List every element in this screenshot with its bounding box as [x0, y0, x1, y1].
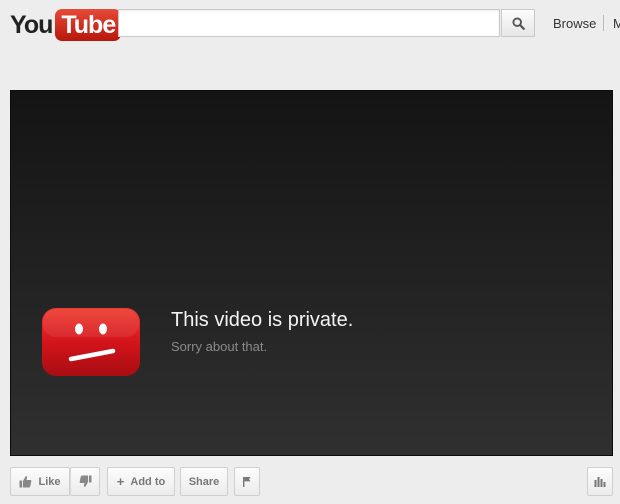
sad-face-icon [42, 308, 140, 376]
nav-divider [603, 15, 604, 31]
video-player: This video is private. Sorry about that. [10, 90, 613, 456]
youtube-logo[interactable]: You Tube [10, 9, 122, 41]
add-to-label: Add to [130, 475, 166, 488]
browse-link[interactable]: Browse [553, 16, 596, 31]
nav-link-clipped[interactable]: M [613, 16, 620, 31]
logo-you-text: You [10, 11, 53, 39]
plus-icon: + [116, 474, 125, 489]
logo-tube-text: Tube [55, 9, 122, 41]
flag-icon [243, 477, 251, 487]
private-message-title: This video is private. [171, 309, 354, 331]
bar-chart-icon [594, 477, 606, 487]
thumbs-up-icon [19, 476, 32, 488]
private-message-subtitle: Sorry about that. [171, 339, 268, 354]
search-button[interactable] [501, 9, 535, 37]
search-icon [511, 16, 525, 30]
share-label: Share [188, 475, 220, 488]
add-to-button[interactable]: + Add to [107, 467, 175, 496]
share-button[interactable]: Share [180, 467, 228, 496]
dislike-button[interactable] [70, 467, 100, 496]
search-input[interactable] [118, 9, 500, 37]
masthead: You Tube Browse M [0, 0, 620, 50]
flag-button[interactable] [234, 467, 260, 496]
like-label: Like [38, 475, 61, 488]
thumbs-down-icon [79, 475, 91, 487]
stats-button[interactable] [587, 467, 613, 496]
like-button[interactable]: Like [10, 467, 70, 496]
